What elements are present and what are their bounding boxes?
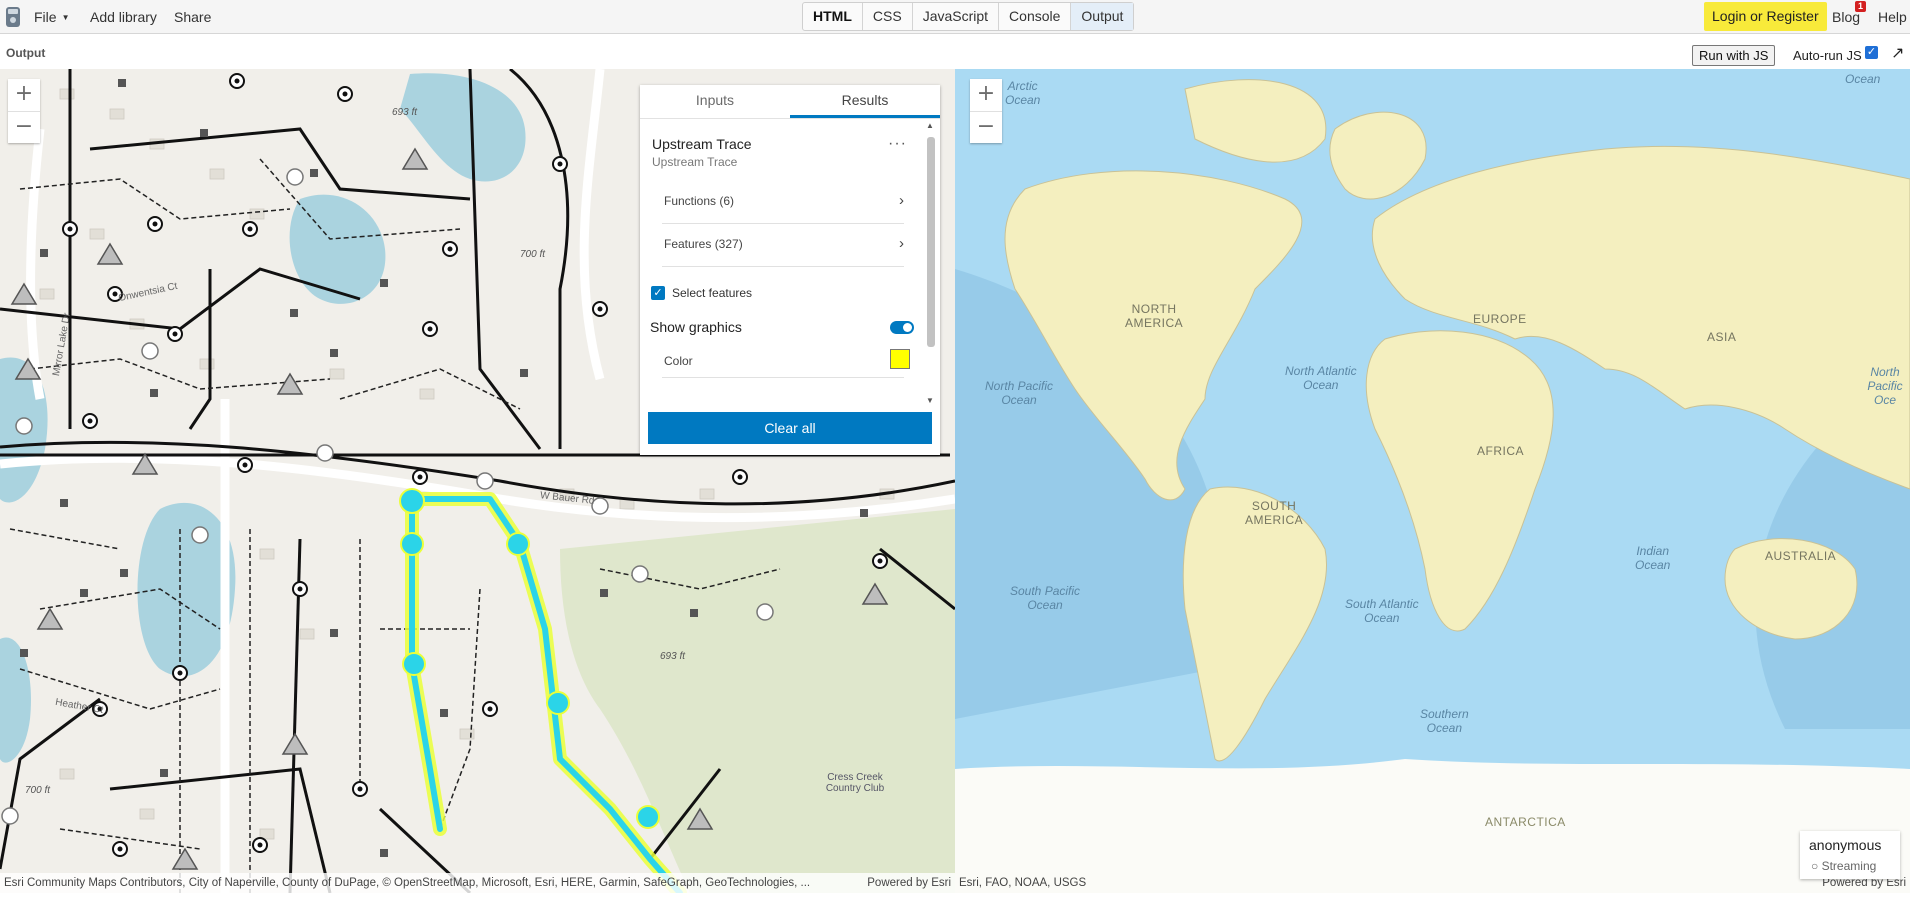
functions-label: Functions (6) [664,194,735,208]
top-bar: File ▼ Add library Share HTML CSS JavaScr… [0,0,1910,34]
ocean-label: North Atlantic Ocean [1285,364,1357,392]
ocean-label: Ocean [1845,72,1881,86]
select-features-checkbox[interactable]: ✓ [651,286,665,300]
chevron-right-icon: › [899,192,904,209]
continent-label: ASIA [1707,330,1737,344]
color-swatch[interactable] [890,349,910,369]
popout-arrow-icon[interactable]: ↗ [1891,43,1904,63]
user-name: anonymous [1809,837,1882,853]
show-graphics-toggle[interactable] [890,321,914,334]
country-club-label: Cress Creek Country Club [825,772,885,794]
tab-inputs[interactable]: Inputs [640,85,790,118]
continent-label: EUROPE [1473,312,1527,326]
continent-label: AFRICA [1477,444,1525,458]
share-menu[interactable]: Share [174,0,211,34]
features-row[interactable]: Features (327) › [652,224,914,264]
elevation-label: 700 ft [25,785,51,796]
clear-all-button[interactable]: Clear all [648,412,932,444]
world-map[interactable]: Arctic Ocean Ocean North Pacific Ocean Nor… [955,69,1910,893]
ocean-label: North Pacific Oce [1867,365,1903,407]
streaming-status: ○ Streaming [1811,859,1876,873]
streaming-icon: ○ [1811,859,1819,873]
scroll-up-icon[interactable]: ▲ [926,121,934,130]
utility-network-map[interactable]: 693 ft 693 ft 700 ft 700 ft Cress Creek … [0,69,955,893]
zoom-out-icon[interactable]: − [970,111,1002,143]
select-features-label: Select features [672,286,753,300]
trace-results-body: Upstream Trace Upstream Trace ··· Functi… [640,119,940,407]
file-menu[interactable]: File ▼ [34,0,69,34]
help-link[interactable]: Help [1878,0,1907,34]
tab-output[interactable]: Output [1071,3,1134,30]
continent-label: NORTH AMERICA [1125,302,1184,330]
left-powered-by-esri[interactable]: Powered by Esri [852,873,955,893]
ocean-label: Indian Ocean [1635,544,1671,572]
zoom-in-icon[interactable]: + [8,79,40,111]
world-map-canvas [955,79,1910,893]
continent-label: AUSTRALIA [1765,549,1837,563]
trace-title: Upstream Trace [652,136,752,152]
tab-javascript[interactable]: JavaScript [913,3,1000,30]
chevron-down-icon: ▼ [61,13,70,22]
ocean-label: South Atlantic Ocean [1345,597,1419,625]
color-label: Color [664,354,693,368]
app-logo-icon[interactable] [4,4,22,30]
ocean-label: Arctic Ocean [1005,79,1041,107]
continent-label: ANTARCTICA [1485,815,1566,829]
features-label: Features (327) [664,237,743,251]
show-graphics-label: Show graphics [650,319,742,335]
streaming-label: Streaming [1821,859,1877,873]
tab-console[interactable]: Console [999,3,1072,30]
auto-run-checkbox[interactable]: ✓ [1865,46,1878,59]
left-map-zoom-control: + − [8,79,40,143]
chevron-right-icon: › [899,235,904,252]
add-library-menu[interactable]: Add library [90,0,157,34]
more-options-icon[interactable]: ··· [888,135,907,153]
divider [662,377,904,378]
login-register-button[interactable]: Login or Register [1704,2,1827,31]
right-map-zoom-control: + − [970,79,1002,143]
ocean-label: North Pacific Ocean [985,379,1054,407]
trace-results-panel: Inputs Results Upstream Trace Upstream T… [640,85,940,455]
elevation-label: 693 ft [660,651,686,662]
auto-run-label: Auto-run JS [1793,48,1862,63]
tab-css[interactable]: CSS [863,3,913,30]
trace-subtitle: Upstream Trace [652,155,738,169]
right-map-attribution: Esri, FAO, NOAA, USGS [959,877,1087,889]
elevation-label: 693 ft [392,107,418,118]
output-bar: Output Run with JS Auto-run JS ✓ ↗ [0,34,1910,69]
run-with-js-button[interactable]: Run with JS [1692,45,1776,66]
continent-label: SOUTH AMERICA [1245,499,1304,527]
file-menu-label: File [34,9,57,25]
user-status-card: anonymous ○ Streaming [1800,831,1900,879]
output-label: Output [6,46,46,60]
blog-notification-badge: 1 [1855,1,1867,12]
left-map-attribution: Esri Community Maps Contributors, City o… [0,873,852,893]
panel-tabs: HTML CSS JavaScript Console Output [802,2,1135,31]
tab-results[interactable]: Results [790,85,940,118]
ocean-label: South Pacific Ocean [1010,584,1081,612]
tab-html[interactable]: HTML [803,3,863,30]
functions-row[interactable]: Functions (6) › [652,181,914,221]
ocean-label: Southern Ocean [1420,707,1469,735]
zoom-out-icon[interactable]: − [8,111,40,143]
elevation-label: 700 ft [520,249,546,260]
trace-panel-tabs: Inputs Results [640,85,940,119]
zoom-in-icon[interactable]: + [970,79,1002,111]
scroll-down-icon[interactable]: ▼ [926,396,934,405]
panel-scrollbar-thumb[interactable] [927,137,935,347]
divider [662,266,904,267]
